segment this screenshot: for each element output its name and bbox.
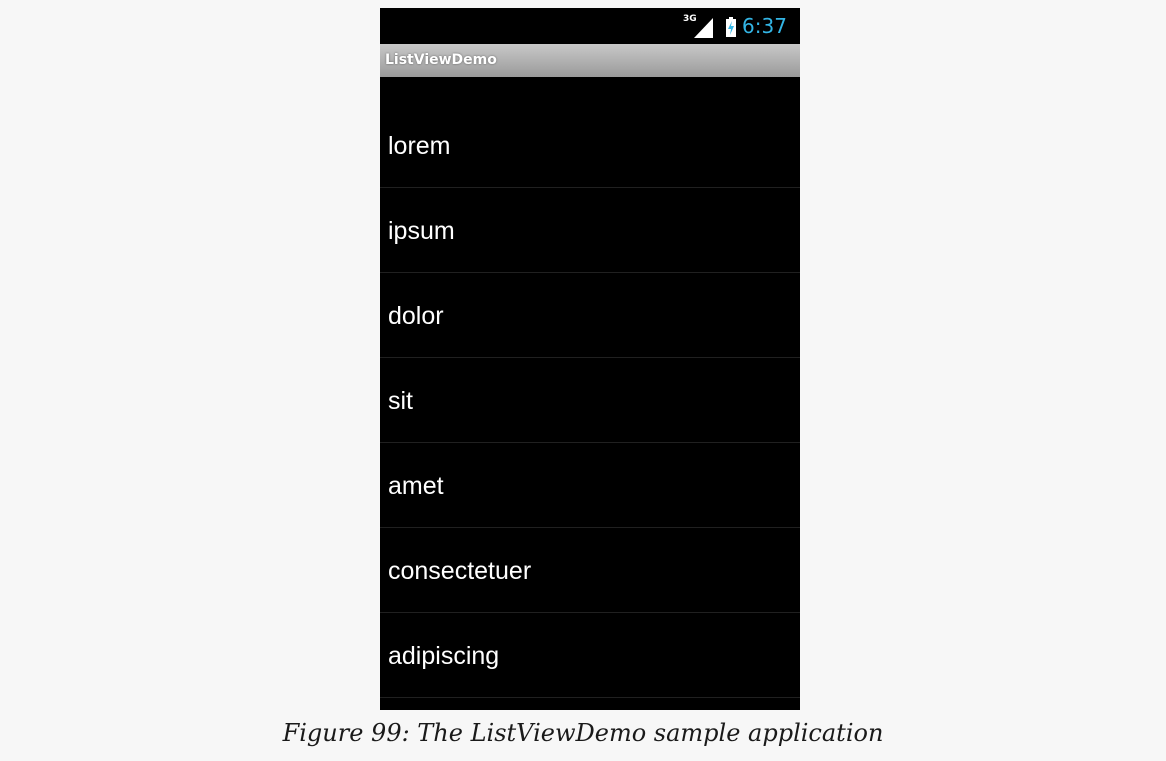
- list-item[interactable]: lorem: [380, 103, 800, 188]
- list-item[interactable]: sit: [380, 358, 800, 443]
- list-item-label: ipsum: [388, 217, 455, 245]
- list-item-label: consectetuer: [388, 557, 532, 585]
- battery-charging-icon: [726, 17, 736, 37]
- figure-caption: Figure 99: The ListViewDemo sample appli…: [282, 719, 884, 747]
- list-item-label: adipiscing: [388, 642, 500, 670]
- app-title: ListViewDemo: [385, 52, 497, 68]
- list-item[interactable]: consectetuer: [380, 528, 800, 613]
- list-item-label: amet: [388, 472, 444, 500]
- list-view[interactable]: lorem ipsum dolor sit amet consectetuer …: [380, 103, 800, 698]
- clock: 6:37: [742, 14, 787, 38]
- list-item-label: lorem: [388, 132, 451, 160]
- list-item[interactable]: dolor: [380, 273, 800, 358]
- list-item[interactable]: adipiscing: [380, 613, 800, 698]
- action-bar: ListViewDemo: [380, 44, 800, 77]
- signal-icon: [694, 18, 713, 38]
- phone-screen: 3G 6:37 ListViewDemo lorem ipsum dolor s…: [380, 8, 800, 710]
- list-item-label: sit: [388, 387, 413, 415]
- list-item-label: dolor: [388, 302, 444, 330]
- list-item[interactable]: ipsum: [380, 188, 800, 273]
- list-item[interactable]: amet: [380, 443, 800, 528]
- status-bar: 3G 6:37: [380, 8, 800, 44]
